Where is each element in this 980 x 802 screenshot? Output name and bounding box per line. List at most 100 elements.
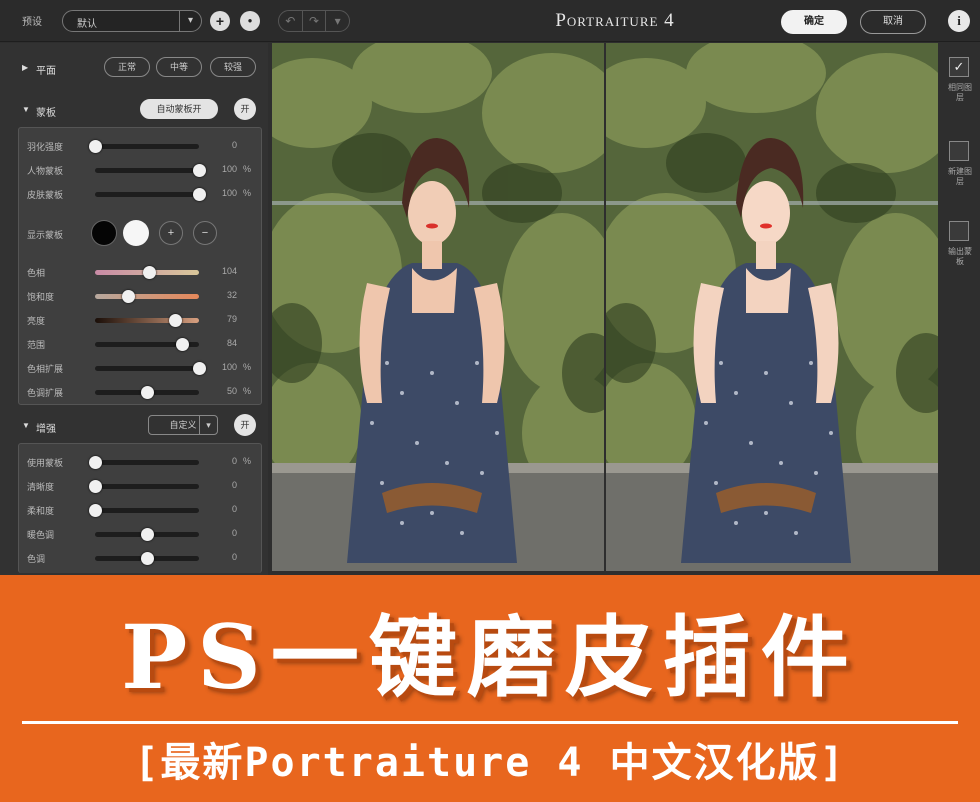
section-enhance[interactable]: ▼ 增强 xyxy=(0,413,268,441)
output-mask-label: 输出蒙板 xyxy=(948,247,972,266)
slider-value: 100 xyxy=(221,362,237,372)
slider-row: 色调 0 xyxy=(19,548,263,568)
slider-value: 100 xyxy=(221,164,237,174)
slider-knob[interactable] xyxy=(141,386,154,399)
slider-knob[interactable] xyxy=(89,456,102,469)
slider-row: 色调扩展 50 % xyxy=(19,382,263,402)
section-tone-label: 平面 xyxy=(36,66,56,77)
app-title: Portraiture 4 xyxy=(555,10,675,31)
undo-icon[interactable]: ↶ xyxy=(279,11,303,31)
preset-label: 预设 xyxy=(22,17,42,28)
preset-settings-button[interactable]: ● xyxy=(240,11,260,31)
slider-unit: % xyxy=(243,362,252,372)
slider-track[interactable] xyxy=(95,366,199,371)
new-layer-checkbox[interactable] xyxy=(949,141,969,161)
slider-row: 皮肤蒙板 100 % xyxy=(19,184,263,204)
slider-knob[interactable] xyxy=(193,362,206,375)
slider-label: 人物蒙板 xyxy=(27,166,64,176)
slider-value: 0 xyxy=(231,140,237,150)
eyedropper-add-icon[interactable]: + xyxy=(159,221,183,245)
enhance-toggle[interactable]: 开 xyxy=(234,414,256,436)
slider-track[interactable] xyxy=(95,484,199,489)
slider-label: 亮度 xyxy=(27,316,46,326)
slider-value: 100 xyxy=(221,188,237,198)
slider-label: 色调扩展 xyxy=(27,388,64,398)
slider-track[interactable] xyxy=(95,144,199,149)
preset-dropdown[interactable]: 默认 ▾ xyxy=(62,10,202,32)
section-enhance-label: 增强 xyxy=(36,424,56,435)
history-dropdown-icon[interactable]: ▾ xyxy=(326,11,349,31)
slider-value: 79 xyxy=(226,314,237,324)
slider-track[interactable] xyxy=(95,168,199,173)
slider-value: 50 xyxy=(226,386,237,396)
slider-label: 色调 xyxy=(27,554,46,564)
tone-medium-button[interactable]: 中等 xyxy=(156,57,202,77)
slider-knob[interactable] xyxy=(193,164,206,177)
same-layer-checkbox[interactable]: ✓ xyxy=(949,57,969,77)
cancel-button[interactable]: 取消 xyxy=(860,10,926,34)
enhance-controls: 使用蒙板 0 % 清晰度 0 柔和度 0 暖色调 0 色调 0 xyxy=(18,443,262,573)
mask-color-black[interactable] xyxy=(91,220,117,246)
top-toolbar: 预设 默认 ▾ + ● ↶ ↷ ▾ Portraiture 4 确定 取消 i xyxy=(0,0,980,42)
slider-knob[interactable] xyxy=(89,480,102,493)
new-layer-label: 新建图层 xyxy=(948,167,972,186)
slider-track[interactable] xyxy=(95,508,199,513)
slider-knob[interactable] xyxy=(89,504,102,517)
saturation-track[interactable] xyxy=(95,294,199,299)
slider-row: 色相扩展 100 % xyxy=(19,358,263,378)
slider-row: 清晰度 0 xyxy=(19,476,263,496)
output-options: ✓ 相同图层 新建图层 输出蒙板 xyxy=(940,43,980,575)
slider-unit: % xyxy=(243,188,252,198)
preset-value: 默认 xyxy=(77,19,97,30)
slider-knob[interactable] xyxy=(141,528,154,541)
expand-down-icon: ▼ xyxy=(22,105,30,114)
slider-row: 亮度 79 xyxy=(19,310,263,330)
enhance-preset-dropdown[interactable]: 自定义 ▾ xyxy=(148,415,218,435)
slider-label: 饱和度 xyxy=(27,292,55,302)
ok-button[interactable]: 确定 xyxy=(781,10,847,34)
slider-label: 羽化强度 xyxy=(27,142,64,152)
slider-knob[interactable] xyxy=(143,266,157,279)
slider-row: 暖色调 0 xyxy=(19,524,263,544)
slider-value: 0 xyxy=(231,504,237,514)
slider-knob[interactable] xyxy=(176,338,190,351)
slider-knob[interactable] xyxy=(141,552,154,565)
banner-subtitle: [最新Portraiture 4 中文汉化版] xyxy=(134,740,846,786)
slider-value: 0 xyxy=(231,456,237,466)
slider-knob[interactable] xyxy=(193,188,206,201)
mask-color-white[interactable] xyxy=(123,220,149,246)
slider-label: 使用蒙板 xyxy=(27,458,64,468)
add-preset-button[interactable]: + xyxy=(210,11,230,31)
slider-knob[interactable] xyxy=(89,140,102,153)
auto-mask-button[interactable]: 自动蒙板开 xyxy=(140,99,218,119)
preview-before[interactable] xyxy=(272,43,604,571)
slider-knob[interactable] xyxy=(122,290,136,303)
section-mask[interactable]: ▼ 蒙板 xyxy=(0,97,268,125)
slider-row: 饱和度 32 xyxy=(19,286,263,306)
info-icon[interactable]: i xyxy=(948,10,970,32)
undo-redo-group: ↶ ↷ ▾ xyxy=(278,10,350,32)
tone-normal-button[interactable]: 正常 xyxy=(104,57,150,77)
redo-icon[interactable]: ↷ xyxy=(303,11,327,31)
brightness-track[interactable] xyxy=(95,318,199,323)
slider-unit: % xyxy=(243,386,252,396)
slider-track[interactable] xyxy=(95,192,199,197)
slider-knob[interactable] xyxy=(169,314,183,327)
slider-row: 范围 84 xyxy=(19,334,263,354)
slider-row: 色相 104 xyxy=(19,262,263,282)
slider-value: 0 xyxy=(231,552,237,562)
preview-after[interactable] xyxy=(606,43,938,571)
slider-label: 清晰度 xyxy=(27,482,55,492)
slider-row: 柔和度 0 xyxy=(19,500,263,520)
mask-controls: 羽化强度 0 人物蒙板 100 % 皮肤蒙板 100 % 显示蒙板 + − 色相… xyxy=(18,127,262,405)
eyedropper-remove-icon[interactable]: − xyxy=(193,221,217,245)
slider-value: 32 xyxy=(226,290,237,300)
slider-track[interactable] xyxy=(95,460,199,465)
tone-strong-button[interactable]: 较强 xyxy=(210,57,256,77)
mask-toggle[interactable]: 开 xyxy=(234,98,256,120)
slider-label: 范围 xyxy=(27,340,46,350)
slider-label: 色相扩展 xyxy=(27,364,64,374)
output-mask-checkbox[interactable] xyxy=(949,221,969,241)
plugin-window: 预设 默认 ▾ + ● ↶ ↷ ▾ Portraiture 4 确定 取消 i … xyxy=(0,0,980,575)
slider-label: 色相 xyxy=(27,268,46,278)
